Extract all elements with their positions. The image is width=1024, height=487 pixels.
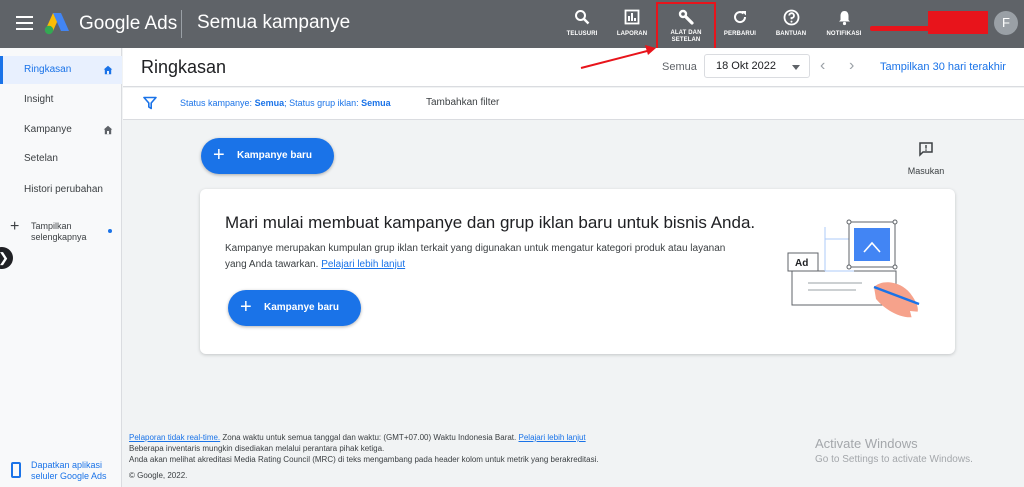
filter-icon[interactable]	[143, 96, 157, 110]
sidebar-item-settings[interactable]: Setelan	[0, 145, 122, 173]
add-filter-button[interactable]: Tambahkan filter	[426, 97, 499, 108]
new-campaign-button[interactable]: + Kampanye baru	[201, 138, 334, 174]
chevron-left-icon[interactable]: ‹	[820, 57, 825, 75]
page-header: Ringkasan Semua 18 Okt 2022 ‹ › Tampilka…	[123, 48, 1024, 87]
campaign-status-value: Semua	[254, 98, 285, 108]
sidebar-item-campaigns[interactable]: Kampanye	[0, 116, 122, 144]
adgroup-status-label: ; Status grup iklan:	[284, 98, 359, 108]
date-range-select[interactable]: 18 Okt 2022	[704, 54, 810, 78]
redacted-account-box	[928, 11, 988, 34]
tool-notifications[interactable]: NOTIFIKASI	[814, 6, 874, 38]
feedback-icon	[919, 142, 933, 157]
brand-name: Google Ads	[79, 13, 178, 34]
collapse-sidebar-button[interactable]: ❯	[0, 247, 13, 269]
caret-down-icon	[792, 65, 800, 70]
copyright-text: © Google, 2022.	[129, 471, 188, 480]
footer-line-3: Anda akan melihat akreditasi Media Ratin…	[129, 455, 599, 464]
footer-notes: Pelaporan tidak real-time. Zona waktu un…	[129, 432, 749, 481]
realtime-reporting-link[interactable]: Pelaporan tidak real-time.	[129, 433, 220, 442]
mobile-app-promo-line2: seluler Google Ads	[31, 471, 107, 481]
empty-state-heading: Mari mulai membuat kampanye dan grup ikl…	[225, 213, 756, 232]
adgroup-status-value: Semua	[361, 98, 391, 108]
sidebar-item-label: Setelan	[24, 153, 58, 164]
watermark-title: Activate Windows	[815, 436, 918, 451]
new-indicator-dot	[108, 229, 112, 233]
chevron-right-icon[interactable]: ›	[849, 57, 854, 75]
show-last-30-days-link[interactable]: Tampilkan 30 hari terakhir	[880, 61, 1006, 73]
show-more-label: Tampilkan selengkapnya	[31, 221, 87, 243]
footer-line-2: Beberapa inventaris mungkin disediakan m…	[129, 444, 385, 453]
show-more-label-line1: Tampilkan	[31, 221, 72, 231]
date-range-value: 18 Okt 2022	[716, 60, 776, 72]
help-icon	[783, 9, 799, 25]
plus-icon: +	[10, 218, 20, 235]
avatar[interactable]: F	[994, 11, 1018, 35]
active-filter-chip[interactable]: Status kampanye: Semua; Status grup ikla…	[180, 98, 391, 108]
feedback-button[interactable]: Masukan	[898, 141, 954, 176]
search-icon	[575, 10, 590, 25]
sidebar-item-label: Insight	[24, 94, 54, 105]
sidebar-item-label: Kampanye	[24, 124, 72, 135]
show-more-label-line2: selengkapnya	[31, 232, 87, 242]
refresh-icon	[734, 11, 747, 24]
home-icon	[103, 125, 113, 135]
sidebar-item-change-history[interactable]: Histori perubahan	[0, 176, 122, 204]
new-campaign-label: Kampanye baru	[237, 150, 313, 161]
feedback-label: Masukan	[907, 166, 945, 176]
home-icon	[103, 65, 113, 75]
empty-state-description-text: Kampanye merupakan kumpulan grup iklan t…	[225, 243, 726, 270]
ad-label-illustration: Ad	[795, 258, 808, 269]
page-title: Ringkasan	[141, 57, 227, 77]
tool-help[interactable]: BANTUAN	[761, 6, 821, 38]
sidebar: Ringkasan Insight Kampanye Setelan Histo…	[0, 48, 122, 487]
top-app-bar: Google Ads Semua kampanye TELUSURI LAPOR…	[0, 0, 1024, 55]
sidebar-item-insight[interactable]: Insight	[0, 86, 122, 114]
date-range-prefix: Semua	[662, 61, 697, 73]
campaign-status-label: Status kampanye:	[180, 98, 253, 108]
mobile-app-promo-text: Dapatkan aplikasi seluler Google Ads	[31, 460, 107, 482]
tool-reports[interactable]: LAPORAN	[602, 6, 662, 38]
reports-icon	[624, 9, 640, 25]
phone-icon	[11, 462, 21, 478]
google-ads-logo[interactable]	[44, 11, 70, 35]
plus-icon: +	[213, 144, 225, 166]
chevron-right-icon: ❯	[0, 250, 9, 265]
timezone-text: Zona waktu untuk semua tanggal dan waktu…	[222, 433, 517, 442]
tool-reports-label: LAPORAN	[616, 31, 648, 37]
account-view-title[interactable]: Semua kampanye	[197, 12, 350, 34]
activate-windows-watermark: Activate Windows Go to Settings to activ…	[815, 436, 973, 465]
card-new-campaign-label: Kampanye baru	[264, 302, 340, 313]
menu-icon[interactable]	[16, 16, 33, 30]
empty-state-card: Mari mulai membuat kampanye dan grup ikl…	[200, 189, 955, 354]
sidebar-item-overview[interactable]: Ringkasan	[0, 56, 122, 84]
tool-notifications-label: NOTIFIKASI	[826, 31, 862, 37]
footer-line-1: Pelaporan tidak real-time. Zona waktu un…	[129, 432, 749, 443]
learn-more-link[interactable]: Pelajari lebih lanjut	[321, 259, 405, 270]
sidebar-item-label: Ringkasan	[24, 64, 72, 75]
mobile-app-promo-line1: Dapatkan aplikasi	[31, 460, 103, 470]
campaign-illustration: Ad	[787, 219, 932, 323]
card-new-campaign-button[interactable]: + Kampanye baru	[228, 290, 361, 326]
bell-icon	[838, 10, 850, 25]
watermark-subtitle: Go to Settings to activate Windows.	[815, 454, 973, 465]
sidebar-item-label: Histori perubahan	[24, 184, 103, 195]
plus-icon: +	[240, 296, 252, 318]
header-divider	[181, 10, 182, 38]
redacted-account-line	[870, 26, 930, 31]
filter-bar: Status kampanye: Semua; Status grup ikla…	[123, 88, 1024, 120]
empty-state-description: Kampanye merupakan kumpulan grup iklan t…	[225, 241, 735, 273]
footer-learn-more-link[interactable]: Pelajari lebih lanjut	[519, 433, 586, 442]
tool-help-label: BANTUAN	[775, 31, 807, 37]
